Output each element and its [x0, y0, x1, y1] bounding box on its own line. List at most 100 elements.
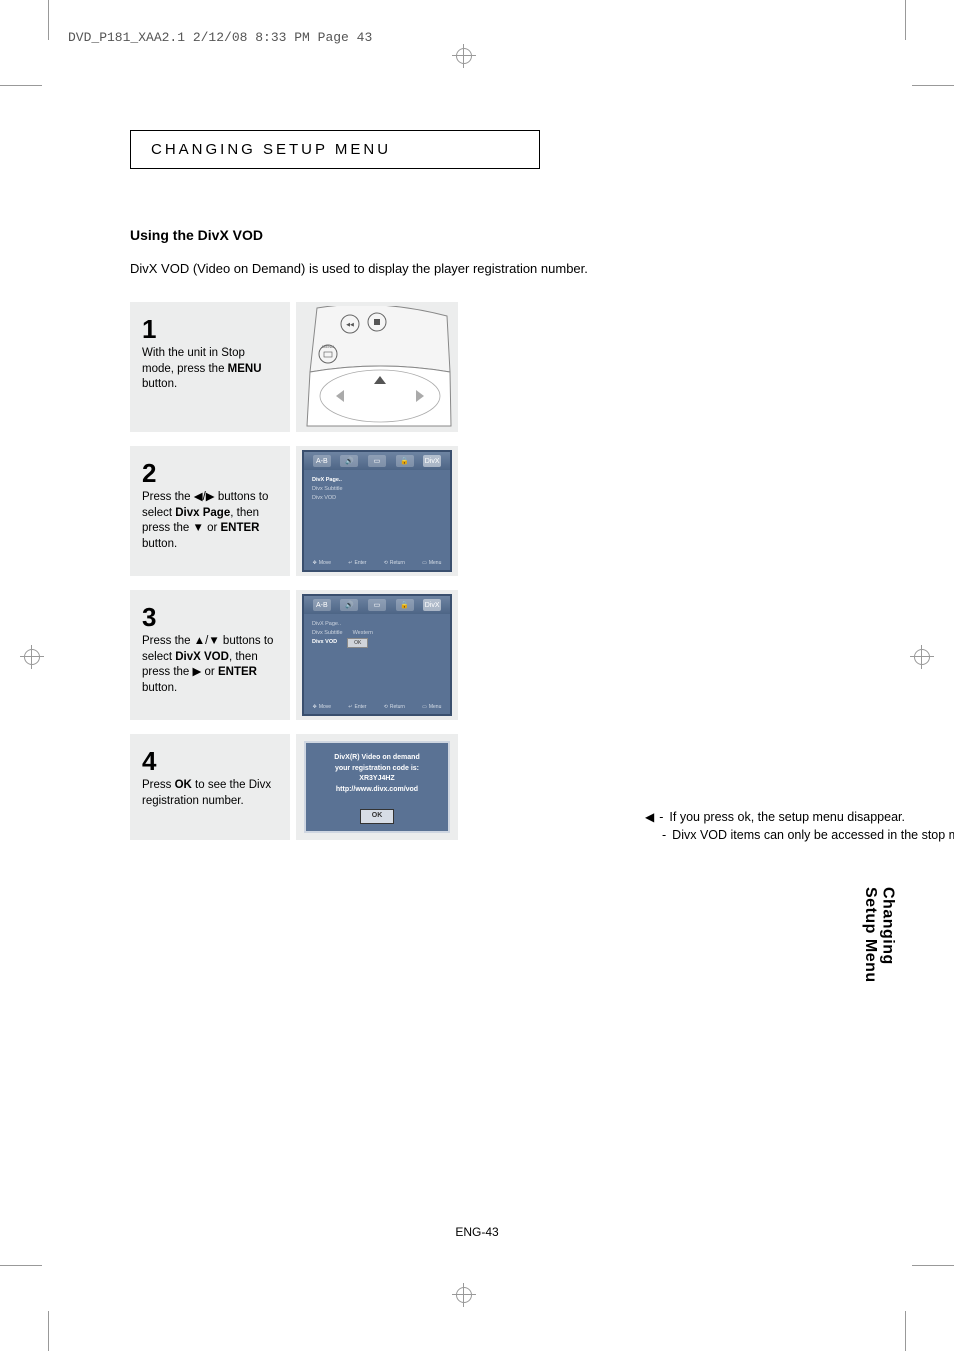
registration-mark-top: [452, 44, 476, 68]
print-file-header: DVD_P181_XAA2.1 2/12/08 8:33 PM Page 43: [68, 30, 372, 45]
value: Western: [353, 629, 373, 638]
dvod-ok-button: OK: [360, 809, 394, 824]
osd-screen: A-B 🔊 ▭ 🔒 DivX DivX Page.. Divx Subtitle…: [302, 594, 452, 716]
osd-topbar: A-B 🔊 ▭ 🔒 DivX: [304, 452, 450, 470]
step-number: 1: [142, 316, 280, 342]
osd-item-vod: Divx VOD: [312, 494, 442, 503]
lang-icon: ▭: [368, 599, 386, 611]
note-1: ◀ - If you press ok, the setup menu disa…: [645, 810, 954, 824]
bold-text: DivX VOD: [175, 651, 229, 663]
lang-icon: ▭: [368, 455, 386, 467]
step-description: Press the ▲/▼ buttons to select DivX VOD…: [142, 634, 280, 696]
step-description: With the unit in Stop mode, press the ME…: [142, 346, 280, 393]
osd-item-vod: Divx VOD OK: [312, 638, 442, 648]
crop-mark: [48, 1311, 49, 1351]
line1: Changing: [880, 887, 897, 965]
label: Divx Subtitle: [312, 629, 343, 638]
note-2: - Divx VOD items can only be accessed in…: [645, 828, 954, 842]
dvod-line2: your registration code is:: [306, 764, 448, 775]
note-text: If you press ok, the setup menu disappea…: [669, 810, 905, 824]
step-text: 1 With the unit in Stop mode, press the …: [130, 302, 290, 432]
svg-text:MENU: MENU: [322, 344, 334, 349]
osd-list: DivX Page.. Divx Subtitle Divx VOD: [312, 476, 442, 502]
bold-text: MENU: [228, 363, 262, 375]
crop-mark: [0, 85, 42, 86]
registration-mark-left: [20, 645, 44, 669]
registration-mark-right: [910, 645, 934, 669]
side-tab: Changing Setup Menu: [862, 870, 896, 1000]
ok-badge: OK: [347, 638, 368, 648]
osd-return: ⟲ Return: [384, 704, 405, 710]
osd-return: ⟲ Return: [384, 560, 405, 566]
step-description: Press OK to see the Divx registration nu…: [142, 778, 280, 809]
text: button.: [142, 538, 177, 550]
registration-dialog: DivX(R) Video on demand your registratio…: [304, 741, 450, 833]
crop-mark: [912, 1265, 954, 1266]
label: Divx VOD: [312, 638, 337, 648]
side-tab-text: Changing Setup Menu: [861, 887, 896, 983]
divx-icon: DivX: [423, 455, 441, 467]
osd-enter: ↵ Enter: [348, 560, 366, 566]
osd-topbar: A-B 🔊 ▭ 🔒 DivX: [304, 596, 450, 614]
page-number: ENG-43: [0, 1225, 954, 1239]
step-osd-divxpage: A-B 🔊 ▭ 🔒 DivX DivX Page.. Divx Subtitle…: [296, 446, 458, 576]
bullet-icon: -: [659, 810, 663, 824]
bold-text: OK: [175, 779, 192, 791]
section-title-box: CHANGING SETUP MENU: [130, 130, 540, 169]
registration-mark-bottom: [452, 1283, 476, 1307]
audio-icon: 🔊: [340, 599, 358, 611]
step-number: 3: [142, 604, 280, 630]
crop-mark: [905, 1311, 906, 1351]
bold-text: ENTER: [218, 666, 257, 678]
audio-icon: 🔊: [340, 455, 358, 467]
text: Press: [142, 779, 175, 791]
note-text: Divx VOD items can only be accessed in t…: [672, 828, 954, 842]
osd-item-subtitle: Divx Subtitle Western: [312, 629, 442, 638]
step-3: 3 Press the ▲/▼ buttons to select DivX V…: [130, 590, 890, 720]
step-osd-divxvod: A-B 🔊 ▭ 🔒 DivX DivX Page.. Divx Subtitle…: [296, 590, 458, 720]
lock-icon: 🔒: [396, 455, 414, 467]
dvod-line1: DivX(R) Video on demand: [306, 753, 448, 764]
svg-text:◀◀: ◀◀: [346, 322, 354, 328]
bullet-icon: -: [662, 828, 666, 842]
osd-footer: ✥ Move ↵ Enter ⟲ Return ▭ Menu: [304, 560, 450, 566]
lock-icon: 🔒: [396, 599, 414, 611]
ab-icon: A-B: [313, 599, 331, 611]
notes: ◀ - If you press ok, the setup menu disa…: [645, 810, 954, 842]
step-number: 4: [142, 748, 280, 774]
step-description: Press the ◀/▶ buttons to select Divx Pag…: [142, 490, 280, 552]
crop-mark: [0, 1265, 42, 1266]
crop-mark: [48, 0, 49, 40]
text: button.: [142, 682, 177, 694]
divx-icon: DivX: [423, 599, 441, 611]
osd-list: DivX Page.. Divx Subtitle Western Divx V…: [312, 620, 442, 648]
intro-text: DivX VOD (Video on Demand) is used to di…: [130, 261, 890, 276]
osd-screen: A-B 🔊 ▭ 🔒 DivX DivX Page.. Divx Subtitle…: [302, 450, 452, 572]
bold-text: ENTER: [221, 522, 260, 534]
step-1: 1 With the unit in Stop mode, press the …: [130, 302, 890, 432]
osd-menu: ▭ Menu: [422, 704, 441, 710]
osd-move: ✥ Move: [313, 704, 331, 710]
osd-item-subtitle: Divx Subtitle: [312, 485, 442, 494]
crop-mark: [912, 85, 954, 86]
step-2: 2 Press the ◀/▶ buttons to select Divx P…: [130, 446, 890, 576]
osd-footer: ✥ Move ↵ Enter ⟲ Return ▭ Menu: [304, 704, 450, 710]
page-content: CHANGING SETUP MENU Using the DivX VOD D…: [130, 130, 890, 854]
step-text: 3 Press the ▲/▼ buttons to select DivX V…: [130, 590, 290, 720]
step-text: 2 Press the ◀/▶ buttons to select Divx P…: [130, 446, 290, 576]
subsection-title: Using the DivX VOD: [130, 227, 890, 243]
osd-menu: ▭ Menu: [422, 560, 441, 566]
ab-icon: A-B: [313, 455, 331, 467]
bold-text: Divx Page: [175, 507, 230, 519]
osd-body: DivX Page.. Divx Subtitle Western Divx V…: [304, 614, 450, 654]
section-title: CHANGING SETUP MENU: [151, 141, 519, 158]
osd-body: DivX Page.. Divx Subtitle Divx VOD: [304, 470, 450, 508]
step-osd-registration: DivX(R) Video on demand your registratio…: [296, 734, 458, 840]
line2: Setup Menu: [862, 887, 879, 983]
dvod-url: http://www.divx.com/vod: [306, 785, 448, 796]
osd-item-divxpage: DivX Page..: [312, 476, 442, 485]
step-text: 4 Press OK to see the Divx registration …: [130, 734, 290, 840]
remote-icon: ◀◀ MENU: [302, 306, 452, 428]
osd-move: ✥ Move: [313, 560, 331, 566]
step-illustration-remote: ◀◀ MENU: [296, 302, 458, 432]
